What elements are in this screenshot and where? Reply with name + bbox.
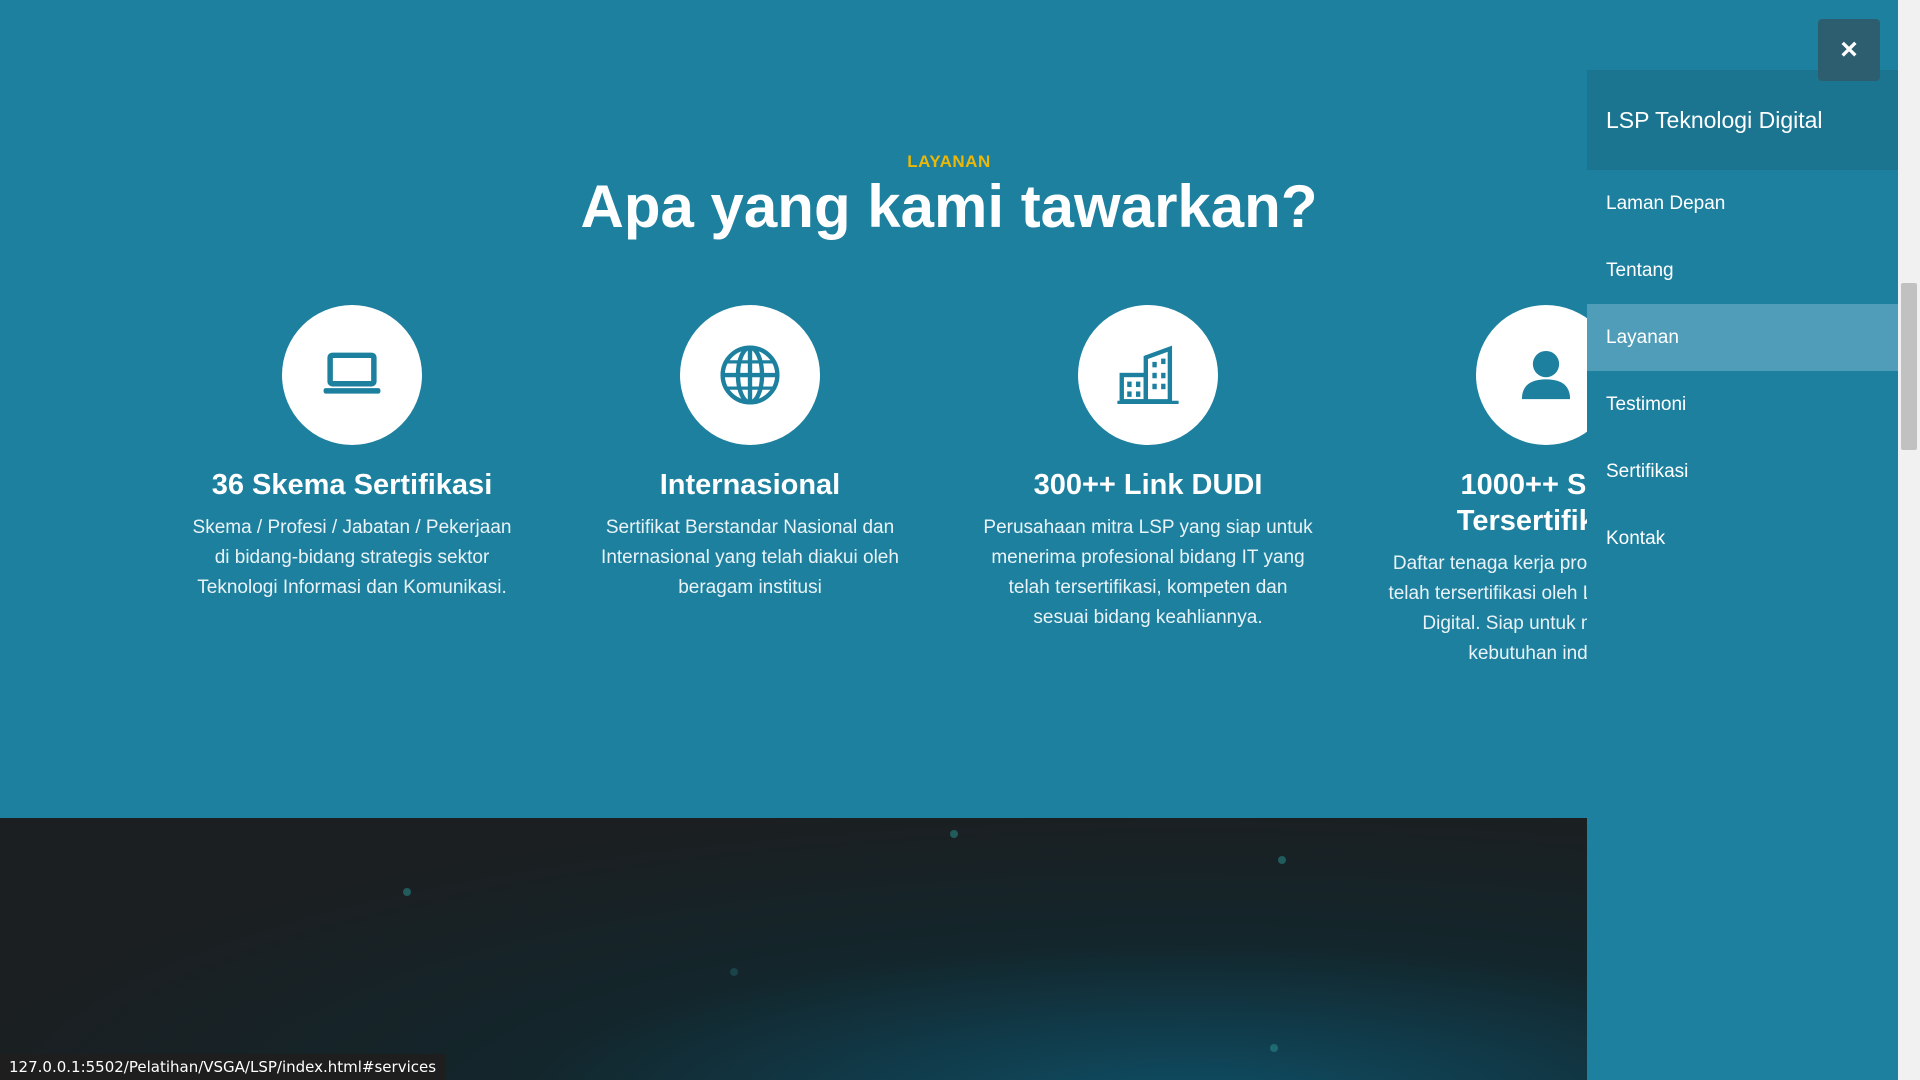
sidebar-item-testimoni[interactable]: Testimoni: [1587, 371, 1898, 438]
laptop-icon: [282, 305, 422, 445]
close-icon: ×: [1840, 33, 1858, 66]
page-scrollbar[interactable]: [1898, 0, 1920, 1080]
decor-dot: [950, 830, 958, 838]
sidebar-item-laman-depan[interactable]: Laman Depan: [1587, 170, 1898, 237]
card-title: 300++ Link DUDI: [1033, 469, 1263, 501]
card-text: Perusahaan mitra LSP yang siap untuk men…: [983, 517, 1313, 628]
sidebar-item-sertifikasi[interactable]: Sertifikasi: [1587, 438, 1898, 505]
decor-dot: [730, 968, 738, 976]
decor-dot: [403, 888, 411, 896]
service-card-skema: 36 Skema Sertifikasi Skema / Profesi / J…: [177, 305, 527, 603]
sidebar-item-tentang[interactable]: Tentang: [1587, 237, 1898, 304]
scrollbar-thumb[interactable]: [1901, 283, 1917, 450]
link-status-bar: 127.0.0.1:5502/Pelatihan/VSGA/LSP/index.…: [0, 1054, 446, 1080]
card-title: Internasional: [659, 469, 841, 501]
sidebar-nav: LSP Teknologi Digital Laman Depan Tentan…: [1587, 70, 1898, 1080]
card-text: Sertifikat Berstandar Nasional dan Inter…: [601, 517, 899, 598]
sidebar-item-layanan[interactable]: Layanan: [1587, 304, 1898, 371]
sidebar-item-kontak[interactable]: Kontak: [1587, 505, 1898, 572]
globe-icon: [680, 305, 820, 445]
card-title: 36 Skema Sertifikasi: [211, 469, 493, 501]
building-icon: [1078, 305, 1218, 445]
decor-dot: [1270, 1044, 1278, 1052]
service-card-internasional: Internasional Sertifikat Berstandar Nasi…: [575, 305, 925, 603]
sidebar-brand[interactable]: LSP Teknologi Digital: [1587, 70, 1898, 170]
background-image-section: [0, 818, 1587, 1080]
close-menu-button[interactable]: ×: [1818, 19, 1880, 81]
card-text: Skema / Profesi / Jabatan / Pekerjaan di…: [192, 517, 512, 598]
service-card-dudi: 300++ Link DUDI Perusahaan mitra LSP yan…: [973, 305, 1323, 633]
decor-dot: [1278, 856, 1286, 864]
